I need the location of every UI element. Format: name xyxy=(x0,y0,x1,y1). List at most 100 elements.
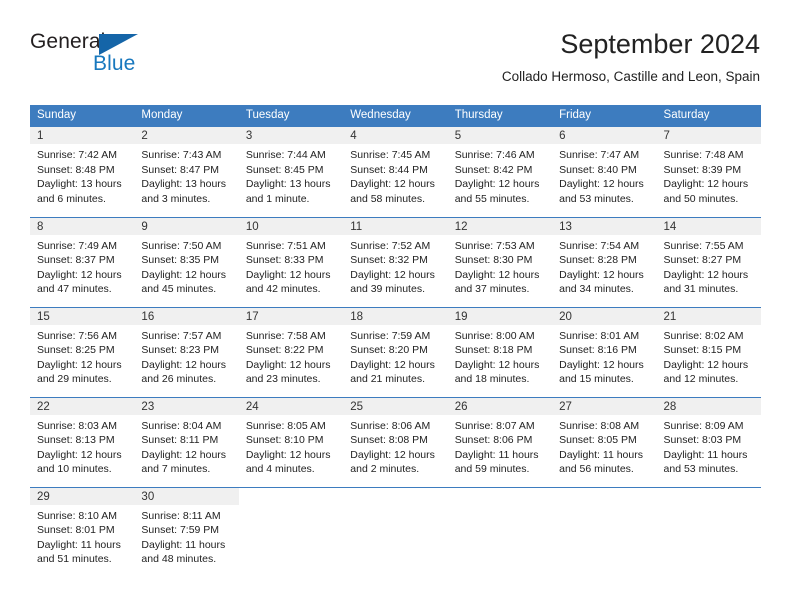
calendar-day-cell[interactable]: 30 Sunrise: 8:11 AM Sunset: 7:59 PM Dayligh… xyxy=(134,486,239,577)
calendar-day-cell[interactable]: 15 Sunrise: 7:56 AM Sunset: 8:25 PM Dayligh… xyxy=(30,306,135,397)
calendar-day-cell[interactable]: 23 Sunrise: 8:04 AM Sunset: 8:11 PM Dayligh… xyxy=(134,396,239,487)
title-block: September 2024 Collado Hermoso, Castille… xyxy=(502,28,760,87)
daylight-duration-line2: and 48 minutes. xyxy=(141,553,217,566)
weekday-header-thursday: Thursday xyxy=(447,105,553,127)
daylight-duration-line1: Daylight: 13 hours xyxy=(245,178,331,191)
day-number: 2 xyxy=(134,127,239,144)
daylight-duration-line2: and 31 minutes. xyxy=(663,283,739,296)
daylight-duration-line1: Daylight: 12 hours xyxy=(454,358,540,371)
day-number: 28 xyxy=(656,397,761,415)
calendar-day-cell[interactable]: 2 Sunrise: 7:43 AM Sunset: 8:47 PM Daylight… xyxy=(134,127,239,217)
daylight-duration-line1: Daylight: 11 hours xyxy=(454,448,539,461)
day-details: Sunrise: 8:03 AM Sunset: 8:13 PM Daylight:… xyxy=(30,415,134,477)
calendar-day-cell[interactable]: 9 Sunrise: 7:50 AM Sunset: 8:35 PM Daylight… xyxy=(134,216,239,307)
day-number: 12 xyxy=(447,217,553,235)
day-number: 27 xyxy=(552,397,657,415)
general-blue-logo[interactable]: General Blue xyxy=(30,30,230,86)
day-details: Sunrise: 8:10 AM Sunset: 8:01 PM Daylight:… xyxy=(30,505,134,567)
day-number: 14 xyxy=(656,217,761,235)
day-number xyxy=(343,487,448,505)
calendar-day-cell[interactable]: 24 Sunrise: 8:05 AM Sunset: 8:10 PM Dayligh… xyxy=(238,396,344,487)
calendar-cell-empty xyxy=(238,486,344,577)
daylight-duration-line1: Daylight: 12 hours xyxy=(454,178,540,191)
calendar-day-cell[interactable]: 29 Sunrise: 8:10 AM Sunset: 8:01 PM Dayligh… xyxy=(30,486,135,577)
day-details: Sunrise: 7:54 AM Sunset: 8:28 PM Daylight:… xyxy=(552,235,656,297)
calendar-day-cell[interactable]: 10 Sunrise: 7:51 AM Sunset: 8:33 PM Dayligh… xyxy=(238,216,344,307)
calendar-day-cell[interactable]: 21 Sunrise: 8:02 AM Sunset: 8:15 PM Dayligh… xyxy=(656,306,761,397)
calendar-week-row: 22 Sunrise: 8:03 AM Sunset: 8:13 PM Dayligh… xyxy=(30,396,761,487)
daylight-duration-line2: and 29 minutes. xyxy=(37,373,112,386)
sunset-time: Sunset: 8:23 PM xyxy=(141,344,220,357)
calendar-day-cell[interactable]: 4 Sunrise: 7:45 AM Sunset: 8:44 PM Daylight… xyxy=(343,127,448,217)
daylight-duration-line2: and 3 minutes. xyxy=(141,192,211,205)
sunset-time: Sunset: 8:25 PM xyxy=(37,344,115,357)
sunrise-time: Sunrise: 7:45 AM xyxy=(350,149,431,161)
calendar-day-cell[interactable]: 20 Sunrise: 8:01 AM Sunset: 8:16 PM Dayligh… xyxy=(552,306,657,397)
day-number: 8 xyxy=(30,217,135,235)
calendar-day-cell[interactable]: 11 Sunrise: 7:52 AM Sunset: 8:32 PM Dayligh… xyxy=(343,216,448,307)
sunset-time: Sunset: 8:05 PM xyxy=(559,434,637,447)
calendar-day-cell[interactable]: 5 Sunrise: 7:46 AM Sunset: 8:42 PM Daylight… xyxy=(447,127,553,217)
weekday-header-monday: Monday xyxy=(134,105,239,127)
daylight-duration-line1: Daylight: 12 hours xyxy=(559,358,644,371)
calendar-day-cell[interactable]: 14 Sunrise: 7:55 AM Sunset: 8:27 PM Dayligh… xyxy=(656,216,761,307)
calendar-day-cell[interactable]: 22 Sunrise: 8:03 AM Sunset: 8:13 PM Dayligh… xyxy=(30,396,135,487)
calendar-week-row: 1 Sunrise: 7:42 AM Sunset: 8:48 PM Daylight… xyxy=(30,127,761,217)
sunrise-time: Sunrise: 7:46 AM xyxy=(454,149,535,161)
sunset-time: Sunset: 8:11 PM xyxy=(141,434,219,447)
day-number xyxy=(447,487,553,505)
logo-text-blue: Blue xyxy=(93,52,136,75)
calendar-day-cell[interactable]: 16 Sunrise: 7:57 AM Sunset: 8:23 PM Dayligh… xyxy=(134,306,239,397)
daylight-duration-line2: and 50 minutes. xyxy=(663,192,739,205)
calendar-cell-empty xyxy=(656,486,761,577)
sunrise-time: Sunrise: 8:05 AM xyxy=(245,419,326,432)
day-number: 25 xyxy=(343,397,448,415)
daylight-duration-line1: Daylight: 12 hours xyxy=(141,448,227,461)
sunrise-time: Sunrise: 8:02 AM xyxy=(663,329,744,342)
calendar-day-cell[interactable]: 27 Sunrise: 8:08 AM Sunset: 8:05 PM Dayligh… xyxy=(552,396,657,487)
sunset-time: Sunset: 8:20 PM xyxy=(350,344,428,357)
calendar-day-cell[interactable]: 6 Sunrise: 7:47 AM Sunset: 8:40 PM Daylight… xyxy=(552,127,657,217)
calendar-day-cell[interactable]: 19 Sunrise: 8:00 AM Sunset: 8:18 PM Dayligh… xyxy=(447,306,553,397)
calendar-day-cell[interactable]: 28 Sunrise: 8:09 AM Sunset: 8:03 PM Dayligh… xyxy=(656,396,761,487)
sunrise-time: Sunrise: 8:10 AM xyxy=(37,509,117,522)
day-details: Sunrise: 8:05 AM Sunset: 8:10 PM Daylight:… xyxy=(239,415,343,477)
daylight-duration-line2: and 4 minutes. xyxy=(245,463,315,476)
daylight-duration-line2: and 6 minutes. xyxy=(37,192,106,205)
page-header: General Blue September 2024 Collado Herm… xyxy=(30,28,760,98)
day-number: 6 xyxy=(552,127,657,144)
calendar-day-cell[interactable]: 1 Sunrise: 7:42 AM Sunset: 8:48 PM Daylight… xyxy=(30,127,135,217)
daylight-duration-line1: Daylight: 12 hours xyxy=(663,178,749,191)
sunrise-time: Sunrise: 8:01 AM xyxy=(559,329,640,342)
calendar-day-cell[interactable]: 17 Sunrise: 7:58 AM Sunset: 8:22 PM Dayligh… xyxy=(238,306,344,397)
calendar-day-cell[interactable]: 7 Sunrise: 7:48 AM Sunset: 8:39 PM Daylight… xyxy=(656,127,761,217)
calendar-day-cell[interactable]: 26 Sunrise: 8:07 AM Sunset: 8:06 PM Dayligh… xyxy=(447,396,553,487)
day-number: 16 xyxy=(134,307,239,325)
calendar-day-cell[interactable]: 3 Sunrise: 7:44 AM Sunset: 8:45 PM Daylight… xyxy=(238,127,344,217)
daylight-duration-line2: and 7 minutes. xyxy=(141,463,211,476)
day-details: Sunrise: 8:02 AM Sunset: 8:15 PM Daylight:… xyxy=(657,325,761,387)
weekday-header-wednesday: Wednesday xyxy=(343,105,448,127)
daylight-duration-line2: and 59 minutes. xyxy=(454,463,530,476)
calendar-day-cell[interactable]: 13 Sunrise: 7:54 AM Sunset: 8:28 PM Dayligh… xyxy=(552,216,657,307)
day-details: Sunrise: 8:07 AM Sunset: 8:06 PM Daylight:… xyxy=(448,415,552,477)
calendar-day-cell[interactable]: 8 Sunrise: 7:49 AM Sunset: 8:37 PM Daylight… xyxy=(30,216,135,307)
calendar-day-cell[interactable]: 25 Sunrise: 8:06 AM Sunset: 8:08 PM Dayligh… xyxy=(343,396,448,487)
sunrise-time: Sunrise: 7:58 AM xyxy=(245,329,326,342)
daylight-duration-line1: Daylight: 13 hours xyxy=(141,178,227,191)
day-number: 30 xyxy=(134,487,239,505)
calendar-day-cell[interactable]: 18 Sunrise: 7:59 AM Sunset: 8:20 PM Dayligh… xyxy=(343,306,448,397)
page-title: September 2024 xyxy=(560,29,760,59)
daylight-duration-line1: Daylight: 11 hours xyxy=(663,448,748,461)
sunset-time: Sunset: 8:35 PM xyxy=(141,254,220,267)
day-number: 13 xyxy=(552,217,657,235)
day-details: Sunrise: 8:08 AM Sunset: 8:05 PM Daylight:… xyxy=(552,415,656,477)
daylight-duration-line2: and 23 minutes. xyxy=(245,373,321,386)
day-details: Sunrise: 7:48 AM Sunset: 8:39 PM Daylight:… xyxy=(657,144,761,206)
daylight-duration-line2: and 37 minutes. xyxy=(454,283,530,296)
day-details: Sunrise: 7:57 AM Sunset: 8:23 PM Daylight:… xyxy=(134,325,238,387)
daylight-duration-line1: Daylight: 12 hours xyxy=(454,268,540,281)
daylight-duration-line1: Daylight: 12 hours xyxy=(350,178,435,191)
daylight-duration-line1: Daylight: 12 hours xyxy=(245,268,331,281)
calendar-day-cell[interactable]: 12 Sunrise: 7:53 AM Sunset: 8:30 PM Dayligh… xyxy=(447,216,553,307)
